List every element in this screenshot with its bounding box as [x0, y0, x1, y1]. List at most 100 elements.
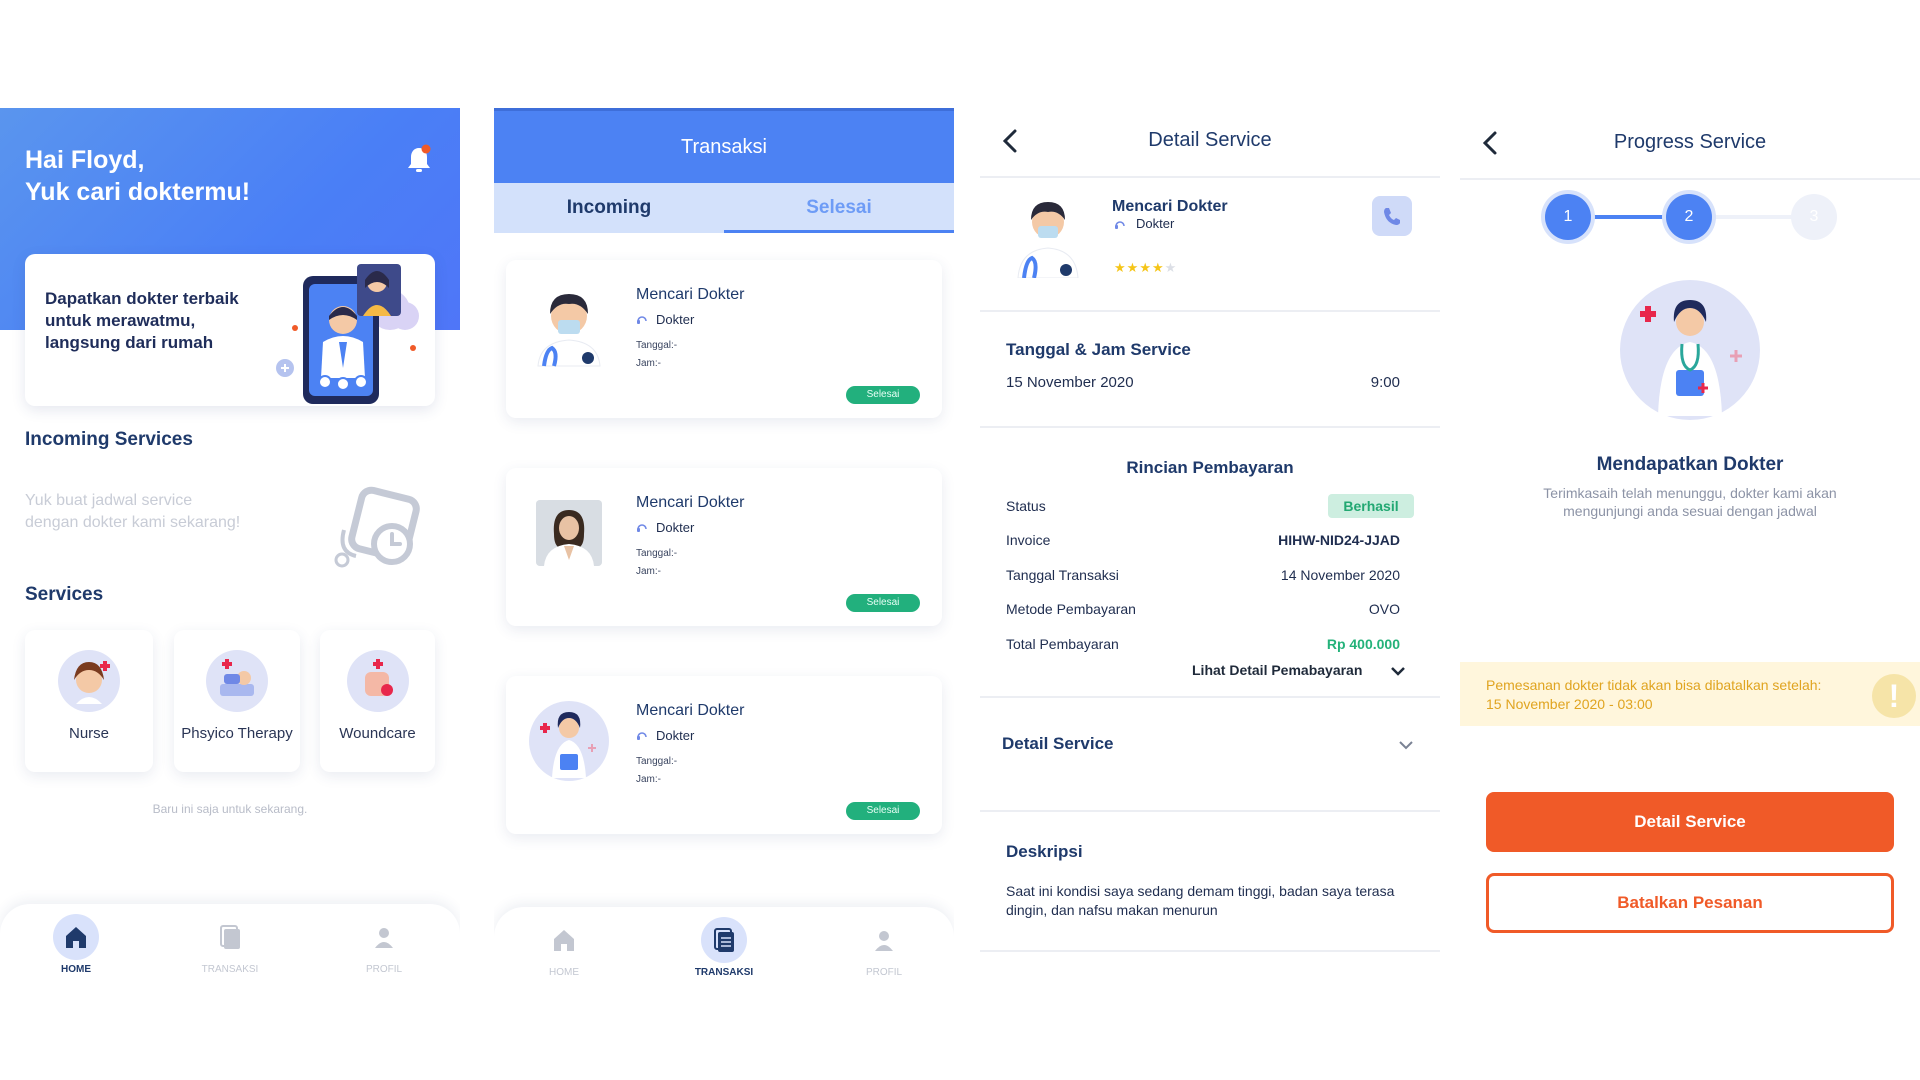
calendar-clock-icon: [334, 486, 420, 568]
nav-profil[interactable]: PROFIL: [824, 917, 944, 978]
doctor-female-illustration: [1620, 280, 1760, 420]
nav-transaksi[interactable]: TRANSAKSI: [170, 914, 290, 975]
tab-incoming[interactable]: Incoming: [494, 183, 724, 233]
divider: [980, 310, 1440, 312]
transaksi-title: Transaksi: [494, 108, 954, 183]
nav-label: HOME: [549, 967, 579, 978]
card-role: Dokter: [656, 520, 695, 535]
status-badge: Selesai: [846, 386, 920, 404]
star-icon: ★: [1164, 260, 1178, 275]
user-icon: [361, 914, 407, 960]
divider: [980, 950, 1440, 952]
home-icon: [53, 914, 99, 960]
bottom-nav: HOME TRANSAKSI PROFIL: [0, 904, 460, 980]
rating-stars: ★★★★★: [1114, 260, 1177, 276]
card-time: Jam:-: [636, 774, 661, 785]
chevron-down-icon[interactable]: [1390, 664, 1406, 678]
row-tanggal-value: 14 November 2020: [1280, 567, 1400, 583]
progress-service-screen: Progress Service 1 2 3 Mendapatkan Dokte…: [1460, 108, 1920, 980]
detail-service-title[interactable]: Detail Service: [1002, 734, 1114, 754]
step-connector: [1710, 215, 1800, 219]
services-title: Services: [25, 584, 104, 605]
nav-home[interactable]: HOME: [16, 914, 136, 975]
service-nurse[interactable]: Nurse: [25, 630, 153, 772]
home-icon: [541, 917, 587, 963]
transaction-card[interactable]: Mencari Dokter Dokter Tanggal:- Jam:- Se…: [506, 260, 942, 418]
promo-text: Dapatkan dokter terbaik untuk merawatmu,…: [45, 289, 239, 352]
status-badge: Berhasil: [1328, 494, 1414, 518]
card-date: Tanggal:-: [636, 340, 678, 351]
card-time: Jam:-: [636, 566, 661, 577]
schedule-date: 15 November 2020: [1006, 374, 1134, 391]
greeting: Hai Floyd, Yuk cari doktermu!: [25, 144, 250, 208]
row-status-label: Status: [1006, 498, 1046, 514]
service-woundcare[interactable]: Woundcare: [320, 630, 435, 772]
star-icon: ★: [1151, 260, 1165, 275]
cancel-order-button[interactable]: Batalkan Pesanan: [1486, 873, 1894, 933]
service-physio[interactable]: Phsyico Therapy: [174, 630, 300, 772]
transaction-card[interactable]: Mencari Dokter Dokter Tanggal:- Jam:- Se…: [506, 468, 942, 626]
doctor-female-photo: [536, 500, 602, 566]
divider: [1460, 178, 1920, 180]
service-label: Woundcare: [339, 725, 416, 742]
detail-service-screen: Detail Service Mencari Dokter Dokter ★★★…: [980, 108, 1440, 980]
warning-line2: 15 November 2020 - 03:00: [1486, 696, 1653, 712]
document-icon: [207, 914, 253, 960]
nav-profil[interactable]: PROFIL: [324, 914, 444, 975]
detail-service-button[interactable]: Detail Service: [1486, 792, 1894, 852]
doctor-male-avatar: [537, 294, 601, 367]
promo-card[interactable]: Dapatkan dokter terbaik untuk merawatmu,…: [25, 254, 435, 406]
nav-home[interactable]: HOME: [504, 917, 624, 978]
card-date: Tanggal:-: [636, 548, 678, 559]
headset-icon: [637, 316, 647, 324]
greeting-line1: Hai Floyd,: [25, 146, 145, 174]
divider: [980, 810, 1440, 812]
cancel-warning-banner: Pemesanan dokter tidak akan bisa dibatal…: [1460, 662, 1920, 726]
user-icon: [861, 917, 907, 963]
card-role: Dokter: [656, 312, 695, 327]
call-button[interactable]: [1372, 196, 1412, 236]
nurse-icon: [58, 650, 120, 712]
headset-icon: [1115, 221, 1125, 229]
transaksi-tabs: Incoming Selesai: [494, 183, 954, 233]
payment-detail-link[interactable]: Lihat Detail Pemabayaran: [1192, 662, 1362, 678]
divider: [980, 696, 1440, 698]
card-title: Mencari Dokter: [636, 286, 745, 303]
chevron-down-icon[interactable]: [1398, 738, 1414, 752]
home-screen: Hai Floyd, Yuk cari doktermu! Dapatkan d…: [0, 108, 460, 980]
headset-icon: [637, 732, 647, 740]
tab-selesai[interactable]: Selesai: [724, 183, 954, 233]
woundcare-icon: [346, 650, 409, 712]
bell-icon[interactable]: [406, 144, 432, 174]
row-invoice-value: HIHW-NID24-JJAD: [1278, 532, 1400, 548]
service-label: Phsyico Therapy: [181, 725, 293, 742]
nav-label: TRANSAKSI: [201, 964, 259, 975]
row-invoice-label: Invoice: [1006, 532, 1051, 548]
star-icon: ★: [1114, 260, 1127, 275]
description-title: Deskripsi: [1006, 842, 1083, 861]
doctor-name: Mencari Dokter: [1112, 198, 1228, 215]
step-3: 3: [1791, 194, 1837, 240]
card-role: Dokter: [656, 728, 695, 743]
greeting-line2: Yuk cari doktermu!: [25, 178, 251, 206]
card-time: Jam:-: [636, 358, 661, 369]
transaction-card[interactable]: Mencari Dokter Dokter Tanggal:- Jam:- Se…: [506, 676, 942, 834]
incoming-services-title: Incoming Services: [25, 429, 193, 450]
divider: [980, 176, 1440, 178]
nav-transaksi[interactable]: TRANSAKSI: [664, 917, 784, 978]
schedule-title: Tanggal & Jam Service: [1006, 340, 1191, 359]
footnote-text: Baru ini saja untuk sekarang.: [152, 802, 308, 816]
warning-text: Pemesanan dokter tidak akan bisa dibatal…: [1486, 676, 1821, 714]
card-title: Mencari Dokter: [636, 702, 745, 719]
physio-icon: [206, 650, 268, 712]
row-tanggal-label: Tanggal Transaksi: [1006, 567, 1119, 583]
card-date: Tanggal:-: [636, 756, 678, 767]
doctor-role: Dokter: [1136, 216, 1175, 231]
row-metode-label: Metode Pembayaran: [1006, 601, 1136, 617]
bottom-nav: HOME TRANSAKSI PROFIL: [494, 907, 954, 980]
transaksi-screen: Transaksi Incoming Selesai Mencari Dokte…: [494, 108, 954, 980]
doctor-male-avatar: [1017, 202, 1079, 278]
row-total-value: Rp 400.000: [1326, 636, 1400, 652]
exclamation-icon: !: [1872, 674, 1916, 718]
nav-label: PROFIL: [365, 964, 403, 975]
